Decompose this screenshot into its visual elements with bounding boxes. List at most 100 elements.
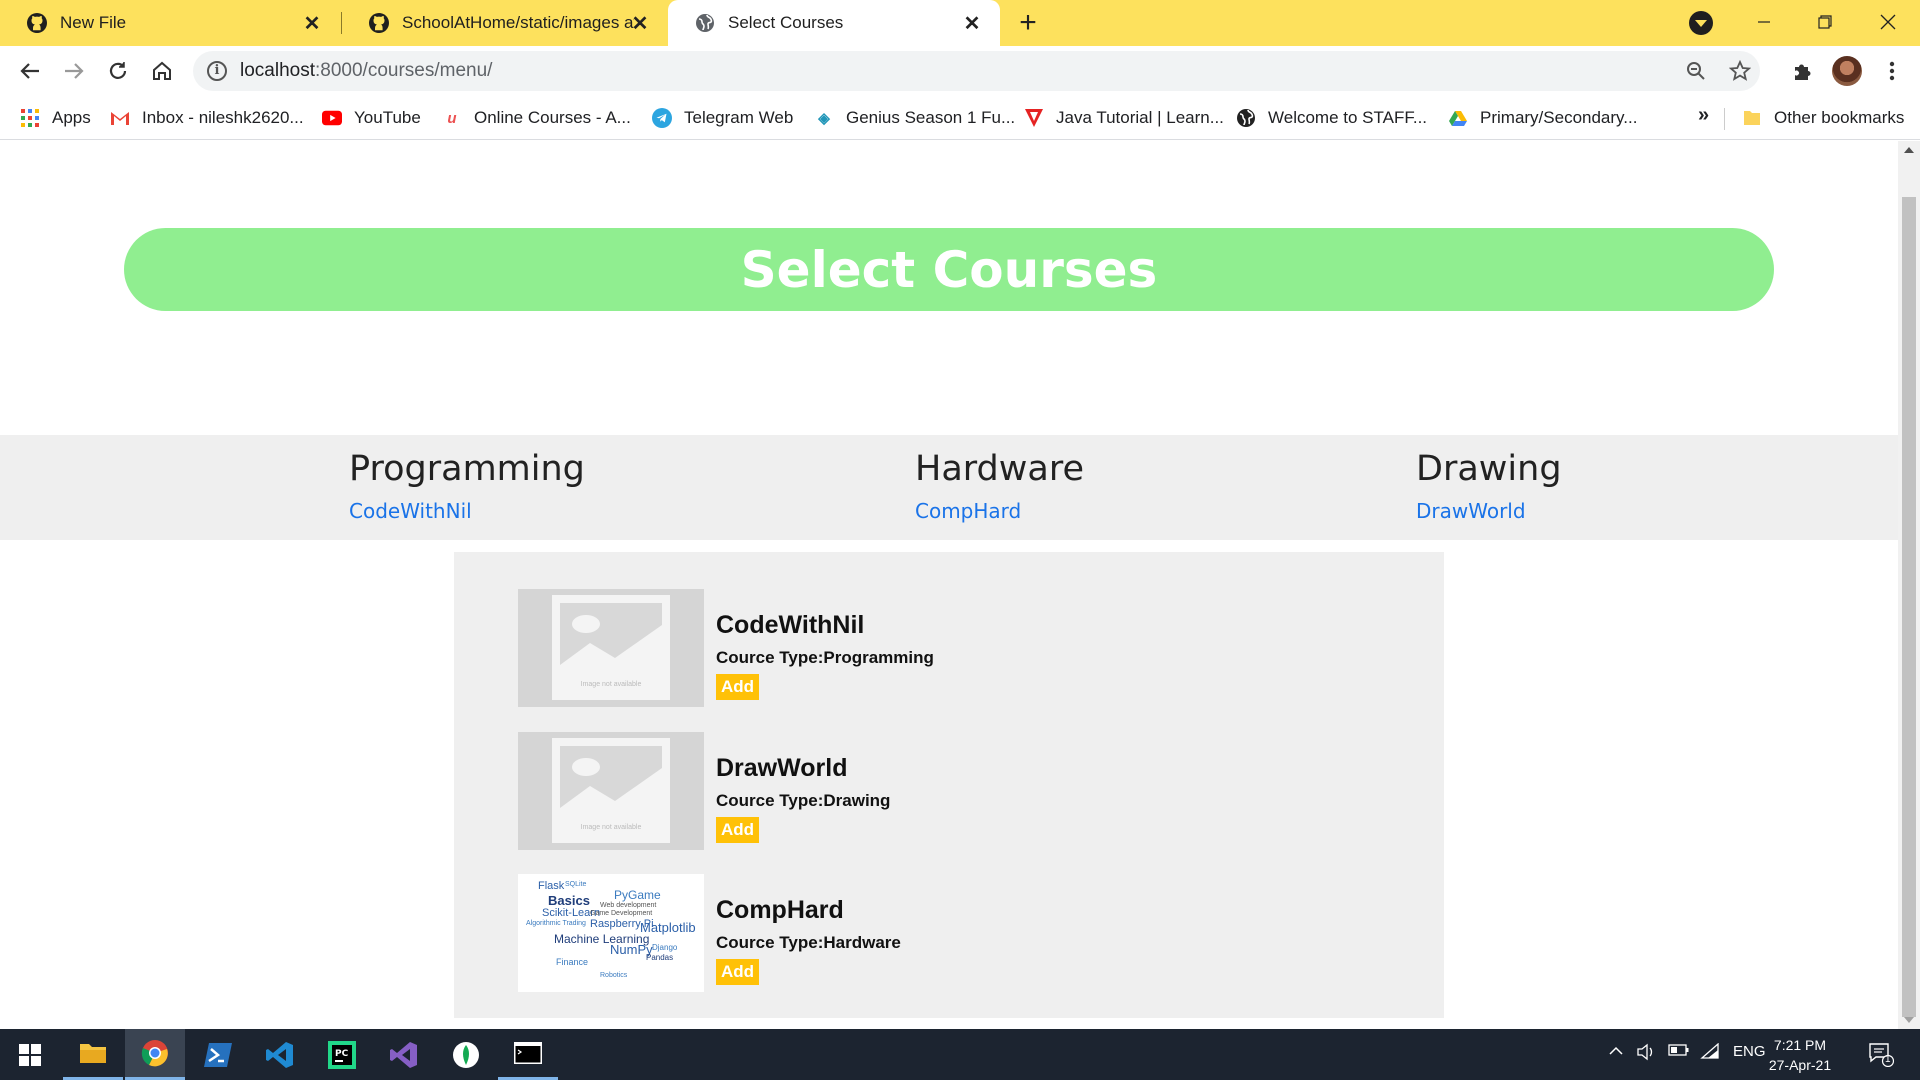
reload-icon bbox=[109, 62, 127, 79]
extensions-icon[interactable] bbox=[1786, 55, 1818, 87]
browser-toolbar: i localhost:8000/courses/menu/ bbox=[0, 46, 1920, 96]
wordcloud-word: Web development bbox=[600, 902, 657, 909]
image-placeholder-icon: Image not available bbox=[552, 738, 670, 843]
course-card: Image not available DrawWorld Cource Typ… bbox=[518, 732, 1218, 850]
github-icon bbox=[26, 12, 48, 34]
bookmark-inbox[interactable]: Inbox - nileshk2620... bbox=[110, 104, 304, 132]
folder-icon bbox=[1742, 108, 1762, 128]
bookmark-genius[interactable]: ◈ Genius Season 1 Fu... bbox=[814, 104, 1015, 132]
powershell-icon[interactable] bbox=[188, 1029, 248, 1080]
wordcloud-word: Flask bbox=[538, 880, 565, 892]
bookmark-star-icon[interactable] bbox=[1726, 57, 1754, 85]
info-icon[interactable]: i bbox=[207, 61, 227, 81]
back-button[interactable] bbox=[14, 55, 46, 87]
bookmark-primary-secondary[interactable]: Primary/Secondary... bbox=[1448, 104, 1637, 132]
bookmark-youtube[interactable]: YouTube bbox=[322, 104, 421, 132]
more-bookmarks-button[interactable]: » bbox=[1698, 104, 1709, 127]
category-link-comphard[interactable]: CompHard bbox=[915, 499, 1084, 523]
pycharm-icon[interactable]: PC bbox=[312, 1029, 372, 1080]
course-card: Flask SQLite PyGame Basics Web developme… bbox=[518, 874, 1218, 992]
telegram-icon bbox=[652, 108, 672, 128]
bookmark-online-courses[interactable]: u Online Courses - A... bbox=[442, 104, 631, 132]
bookmark-label: Other bookmarks bbox=[1774, 108, 1905, 127]
image-placeholder-icon: Image not available bbox=[552, 595, 670, 700]
bookmarks-bar: Apps Inbox - nileshk2620... YouTube u On… bbox=[0, 96, 1920, 140]
close-icon[interactable]: ✕ bbox=[300, 11, 324, 35]
restore-button[interactable] bbox=[1803, 6, 1847, 38]
bookmark-java-tutorial[interactable]: Java Tutorial | Learn... bbox=[1024, 104, 1224, 132]
category-link-drawworld[interactable]: DrawWorld bbox=[1416, 499, 1562, 523]
other-bookmarks[interactable]: Other bookmarks bbox=[1742, 104, 1904, 132]
category-title: Drawing bbox=[1416, 449, 1562, 489]
windows-taskbar: PC ENG 7:21 PM 27-Apr-21 1 bbox=[0, 1029, 1920, 1080]
zoom-icon[interactable] bbox=[1682, 57, 1710, 85]
minimize-button[interactable] bbox=[1742, 6, 1786, 38]
tab-select-courses[interactable]: Select Courses ✕ bbox=[668, 0, 1000, 46]
svg-text:PC: PC bbox=[335, 1049, 349, 1059]
file-explorer-icon[interactable] bbox=[63, 1029, 123, 1080]
course-name: CompHard bbox=[716, 896, 844, 924]
tab-title: SchoolAtHome/static/images at bbox=[402, 13, 634, 32]
add-course-button[interactable]: Add bbox=[716, 959, 760, 985]
reload-button[interactable] bbox=[102, 55, 134, 87]
wordcloud-word: Game Development bbox=[590, 910, 653, 917]
bookmark-label: YouTube bbox=[354, 108, 421, 127]
battery-icon[interactable] bbox=[1668, 1043, 1690, 1061]
terminal-icon[interactable] bbox=[498, 1029, 558, 1080]
scroll-up-arrow-icon[interactable] bbox=[1904, 147, 1914, 153]
start-button[interactable] bbox=[0, 1029, 60, 1080]
udemy-icon: u bbox=[447, 109, 457, 127]
tab-new-file[interactable]: New File ✕ bbox=[0, 0, 340, 46]
menu-kebab-icon[interactable] bbox=[1876, 55, 1908, 87]
image-note: Image not available bbox=[580, 681, 642, 688]
restore-icon bbox=[1818, 15, 1832, 29]
address-bar[interactable]: i localhost:8000/courses/menu/ bbox=[193, 51, 1760, 91]
bookmark-apps[interactable]: Apps bbox=[20, 104, 91, 132]
scrollbar-thumb[interactable] bbox=[1902, 197, 1916, 1017]
bookmark-staff[interactable]: Welcome to STAFF... bbox=[1236, 104, 1427, 132]
gmail-icon bbox=[110, 108, 130, 128]
system-clock[interactable]: 7:21 PM 27-Apr-21 bbox=[1752, 1035, 1848, 1075]
close-icon[interactable]: ✕ bbox=[960, 11, 984, 35]
volume-icon[interactable] bbox=[1636, 1043, 1656, 1065]
globe-icon bbox=[1236, 108, 1256, 128]
chrome-icon[interactable] bbox=[125, 1029, 185, 1080]
wifi-icon[interactable] bbox=[1700, 1042, 1720, 1063]
add-course-button[interactable]: Add bbox=[716, 674, 760, 700]
new-tab-button[interactable]: + bbox=[1012, 8, 1044, 40]
notifications-button[interactable]: 1 bbox=[1868, 1041, 1895, 1071]
mongodb-compass-icon[interactable] bbox=[436, 1029, 496, 1080]
course-card: Image not available CodeWithNil Cource T… bbox=[518, 589, 1218, 707]
close-icon[interactable]: ✕ bbox=[628, 11, 652, 35]
category-band: Programming CodeWithNil Hardware CompHar… bbox=[0, 435, 1898, 540]
bookmark-label: Primary/Secondary... bbox=[1480, 108, 1638, 127]
notification-count: 1 bbox=[1885, 1054, 1891, 1065]
tab-search-icon[interactable] bbox=[1689, 11, 1713, 35]
bookmark-telegram[interactable]: Telegram Web bbox=[652, 104, 793, 132]
category-link-codewithnil[interactable]: CodeWithNil bbox=[349, 499, 585, 523]
bookmark-label: Java Tutorial | Learn... bbox=[1056, 108, 1224, 127]
profile-avatar[interactable] bbox=[1832, 56, 1862, 86]
bookmark-label: Online Courses - A... bbox=[474, 108, 631, 127]
scroll-down-arrow-icon[interactable] bbox=[1904, 1017, 1914, 1023]
course-name: CodeWithNil bbox=[716, 611, 865, 639]
add-course-button[interactable]: Add bbox=[716, 817, 760, 843]
drive-icon bbox=[1448, 108, 1468, 128]
url-text[interactable]: localhost:8000/courses/menu/ bbox=[240, 60, 492, 82]
image-note: Image not available bbox=[580, 824, 642, 831]
tab-schoolathome[interactable]: SchoolAtHome/static/images at ✕ bbox=[342, 0, 668, 46]
vscode-icon[interactable] bbox=[250, 1029, 310, 1080]
course-image-placeholder: Image not available bbox=[518, 732, 704, 850]
forward-button[interactable] bbox=[58, 55, 90, 87]
bookmark-label: Welcome to STAFF... bbox=[1268, 108, 1428, 127]
home-button[interactable] bbox=[146, 55, 178, 87]
visual-studio-icon[interactable] bbox=[374, 1029, 434, 1080]
tab-title: New File bbox=[60, 13, 127, 32]
course-type: Cource Type:Hardware bbox=[716, 933, 901, 952]
genius-icon: ◈ bbox=[818, 110, 830, 127]
page-scrollbar[interactable] bbox=[1898, 141, 1920, 1029]
close-window-button[interactable] bbox=[1866, 6, 1910, 38]
show-hidden-icons-icon[interactable] bbox=[1608, 1043, 1624, 1063]
page-title: Select Courses bbox=[740, 240, 1158, 299]
course-type: Cource Type:Programming bbox=[716, 648, 934, 667]
